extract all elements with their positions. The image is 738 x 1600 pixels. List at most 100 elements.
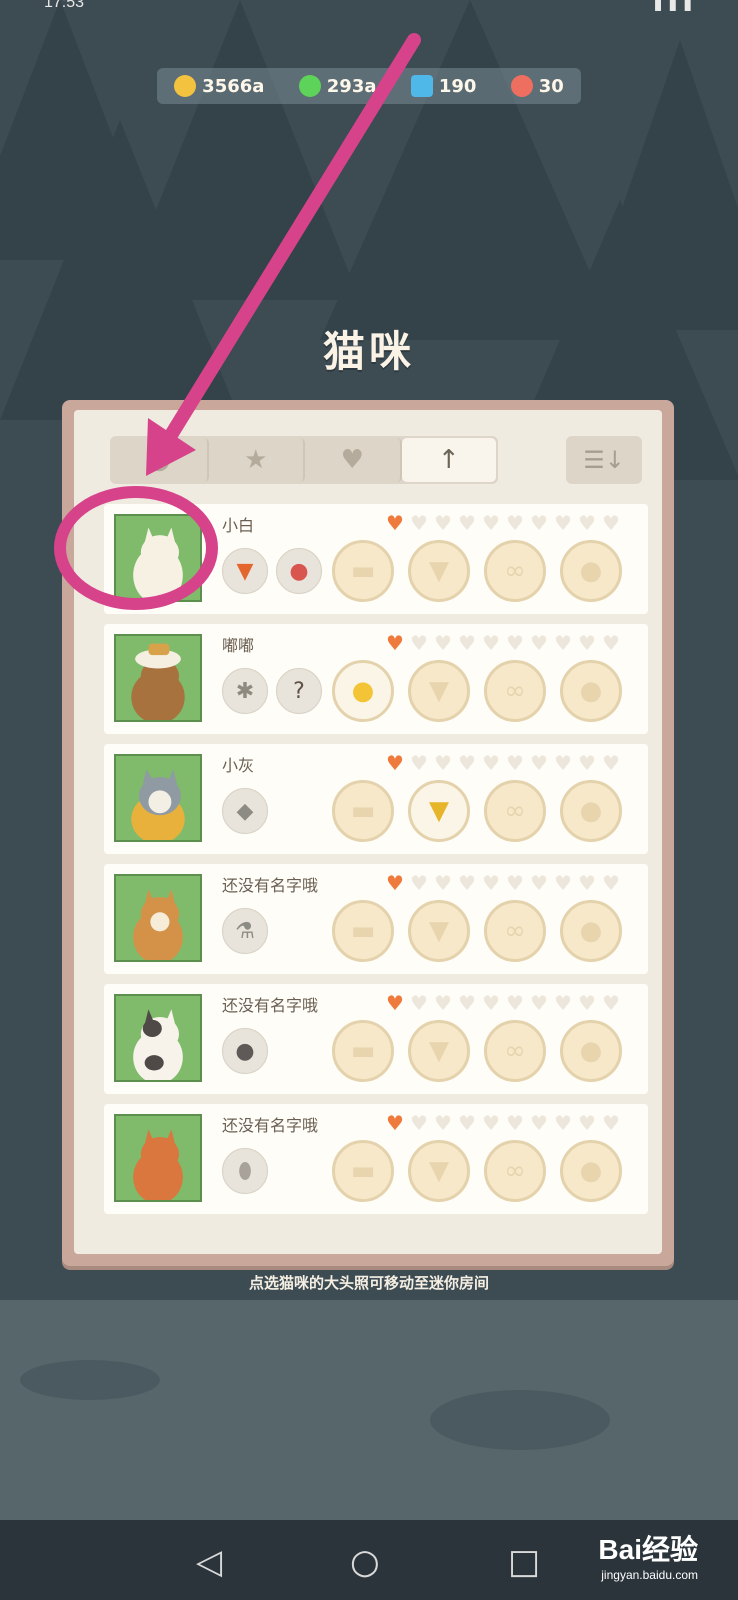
heart-icon: ♥	[578, 871, 596, 895]
affection-hearts: ♥ ♥ ♥ ♥ ♥ ♥ ♥ ♥ ♥ ♥	[386, 751, 624, 775]
cat-row[interactable]: 小灰 ♥ ♥ ♥ ♥ ♥ ♥ ♥ ♥ ♥ ♥ ◆ ▬ ▼ ∞ ●	[104, 744, 648, 854]
wheat-icon[interactable]: ✱	[222, 668, 268, 714]
glasses-slot[interactable]: ∞	[484, 1140, 546, 1202]
heart-icon: ♥	[482, 511, 500, 535]
face-slot[interactable]: ●	[560, 660, 622, 722]
berry-icon[interactable]: ●	[222, 1028, 268, 1074]
hat-slot[interactable]: ▬	[332, 1140, 394, 1202]
tab-star[interactable]: ★	[209, 438, 305, 482]
mystery-note-icon[interactable]: ?	[276, 668, 322, 714]
tab-cat[interactable]: ●	[112, 438, 209, 482]
watermark-brand: Bai经验	[598, 1534, 698, 1565]
baidu-watermark: Bai经验 jingyan.baidu.com	[598, 1528, 698, 1582]
hat-icon: ▬	[350, 1156, 376, 1186]
face-slot[interactable]: ●	[560, 900, 622, 962]
shirt-slot[interactable]: ▼	[408, 900, 470, 962]
resource-leaves: 293a	[298, 75, 377, 97]
tab-arrow[interactable]: ↑	[401, 438, 496, 482]
cat-name: 还没有名字哦	[222, 1116, 319, 1135]
cat-portrait[interactable]	[114, 874, 202, 962]
equipment-slots: ▬ ▼ ∞ ●	[332, 540, 622, 602]
heart-icon: ♥	[530, 1111, 548, 1135]
glasses-icon: ∞	[504, 916, 526, 946]
equipment-slots: ▬ ▼ ∞ ●	[332, 1020, 622, 1082]
shirt-slot[interactable]: ▼	[408, 540, 470, 602]
leaf-icon	[298, 75, 321, 97]
hat-slot[interactable]: ▬	[332, 780, 394, 842]
glasses-slot[interactable]: ∞	[484, 1020, 546, 1082]
up-arrow-icon: ↑	[437, 445, 460, 475]
ticket-count: 30	[538, 75, 564, 97]
face-slot[interactable]: ●	[560, 780, 622, 842]
hat-slot[interactable]: ▬	[332, 1020, 394, 1082]
shirt-slot[interactable]: ▼	[408, 780, 470, 842]
affection-hearts: ♥ ♥ ♥ ♥ ♥ ♥ ♥ ♥ ♥ ♥	[386, 1111, 624, 1135]
hat-slot[interactable]: ●	[332, 660, 394, 722]
heart-icon: ♥	[578, 751, 596, 775]
face-slot[interactable]: ●	[560, 1140, 622, 1202]
recents-button[interactable]: □	[508, 1542, 540, 1582]
face-slot[interactable]: ●	[560, 540, 622, 602]
shirt-icon: ▼	[429, 1156, 449, 1186]
shirt-slot[interactable]: ▼	[408, 660, 470, 722]
carrot-icon[interactable]: ▼	[222, 548, 268, 594]
cat-portrait[interactable]	[114, 514, 202, 602]
glasses-slot[interactable]: ∞	[484, 660, 546, 722]
glasses-icon: ∞	[504, 1036, 526, 1066]
potato-icon[interactable]: ⬮	[222, 1148, 268, 1194]
hat-slot[interactable]: ▬	[332, 900, 394, 962]
glasses-slot[interactable]: ∞	[484, 540, 546, 602]
heart-icon: ♥	[530, 631, 548, 655]
heart-icon: ♥	[458, 991, 476, 1015]
heart-icon: ♥	[340, 445, 364, 475]
status-icons: ▮▮▮	[653, 0, 698, 13]
shirt-slot[interactable]: ▼	[408, 1020, 470, 1082]
gem-count: 190	[438, 75, 477, 97]
cat-list: 小白 ♥ ♥ ♥ ♥ ♥ ♥ ♥ ♥ ♥ ♥ ▼ ● ▬ ▼ ∞ ● 嘟嘟 ♥ …	[104, 504, 648, 1224]
resource-tickets: 30	[510, 75, 564, 97]
heart-icon: ♥	[434, 751, 452, 775]
heart-icon: ♥	[386, 1111, 404, 1135]
sort-button[interactable]: ☰↓	[566, 436, 642, 484]
face-slot[interactable]: ●	[560, 1020, 622, 1082]
equipment-slots: ● ▼ ∞ ●	[332, 660, 622, 722]
face-icon: ●	[579, 556, 603, 586]
heart-icon: ♥	[578, 511, 596, 535]
hat-icon: ▬	[350, 556, 376, 586]
resource-gems: 190	[410, 75, 477, 97]
heart-icon: ♥	[386, 991, 404, 1015]
heart-icon: ♥	[482, 751, 500, 775]
equipment-slots: ▬ ▼ ∞ ●	[332, 900, 622, 962]
cat-row[interactable]: 还没有名字哦 ♥ ♥ ♥ ♥ ♥ ♥ ♥ ♥ ♥ ♥ ⬮ ▬ ▼ ∞ ●	[104, 1104, 648, 1214]
heart-icon: ♥	[386, 751, 404, 775]
cat-portrait[interactable]	[114, 1114, 202, 1202]
tab-heart[interactable]: ♥	[305, 438, 402, 482]
home-button[interactable]: ○	[350, 1542, 380, 1582]
glasses-slot[interactable]: ∞	[484, 780, 546, 842]
face-icon: ●	[579, 1156, 603, 1186]
cat-portrait[interactable]	[114, 994, 202, 1082]
corn-icon[interactable]: ◆	[222, 788, 268, 834]
bottle-icon[interactable]: ⚗	[222, 908, 268, 954]
back-button[interactable]: ◁	[196, 1542, 222, 1582]
cat-row[interactable]: 小白 ♥ ♥ ♥ ♥ ♥ ♥ ♥ ♥ ♥ ♥ ▼ ● ▬ ▼ ∞ ●	[104, 504, 648, 614]
cat-portrait[interactable]	[114, 754, 202, 842]
shirt-slot[interactable]: ▼	[408, 1140, 470, 1202]
yellow-top-icon: ▼	[429, 796, 449, 826]
affection-hearts: ♥ ♥ ♥ ♥ ♥ ♥ ♥ ♥ ♥ ♥	[386, 511, 624, 535]
balloon-icon[interactable]: ●	[276, 548, 322, 594]
heart-icon: ♥	[506, 751, 524, 775]
cat-row[interactable]: 还没有名字哦 ♥ ♥ ♥ ♥ ♥ ♥ ♥ ♥ ♥ ♥ ● ▬ ▼ ∞ ●	[104, 984, 648, 1094]
cat-portrait-image	[133, 527, 183, 600]
cat-skills: ⬮	[222, 1148, 268, 1194]
cat-skills: ◆	[222, 788, 268, 834]
cat-row[interactable]: 还没有名字哦 ♥ ♥ ♥ ♥ ♥ ♥ ♥ ♥ ♥ ♥ ⚗ ▬ ▼ ∞ ●	[104, 864, 648, 974]
hint-text: 点选猫咪的大头照可移动至迷你房间	[248, 1274, 489, 1292]
cat-row[interactable]: 嘟嘟 ♥ ♥ ♥ ♥ ♥ ♥ ♥ ♥ ♥ ♥ ✱ ? ● ▼ ∞ ●	[104, 624, 648, 734]
hat-slot[interactable]: ▬	[332, 540, 394, 602]
star-icon: ★	[244, 445, 268, 475]
heart-icon: ♥	[578, 1111, 596, 1135]
cat-portrait[interactable]	[114, 634, 202, 722]
coin-count: 3566a	[202, 75, 265, 97]
glasses-slot[interactable]: ∞	[484, 900, 546, 962]
